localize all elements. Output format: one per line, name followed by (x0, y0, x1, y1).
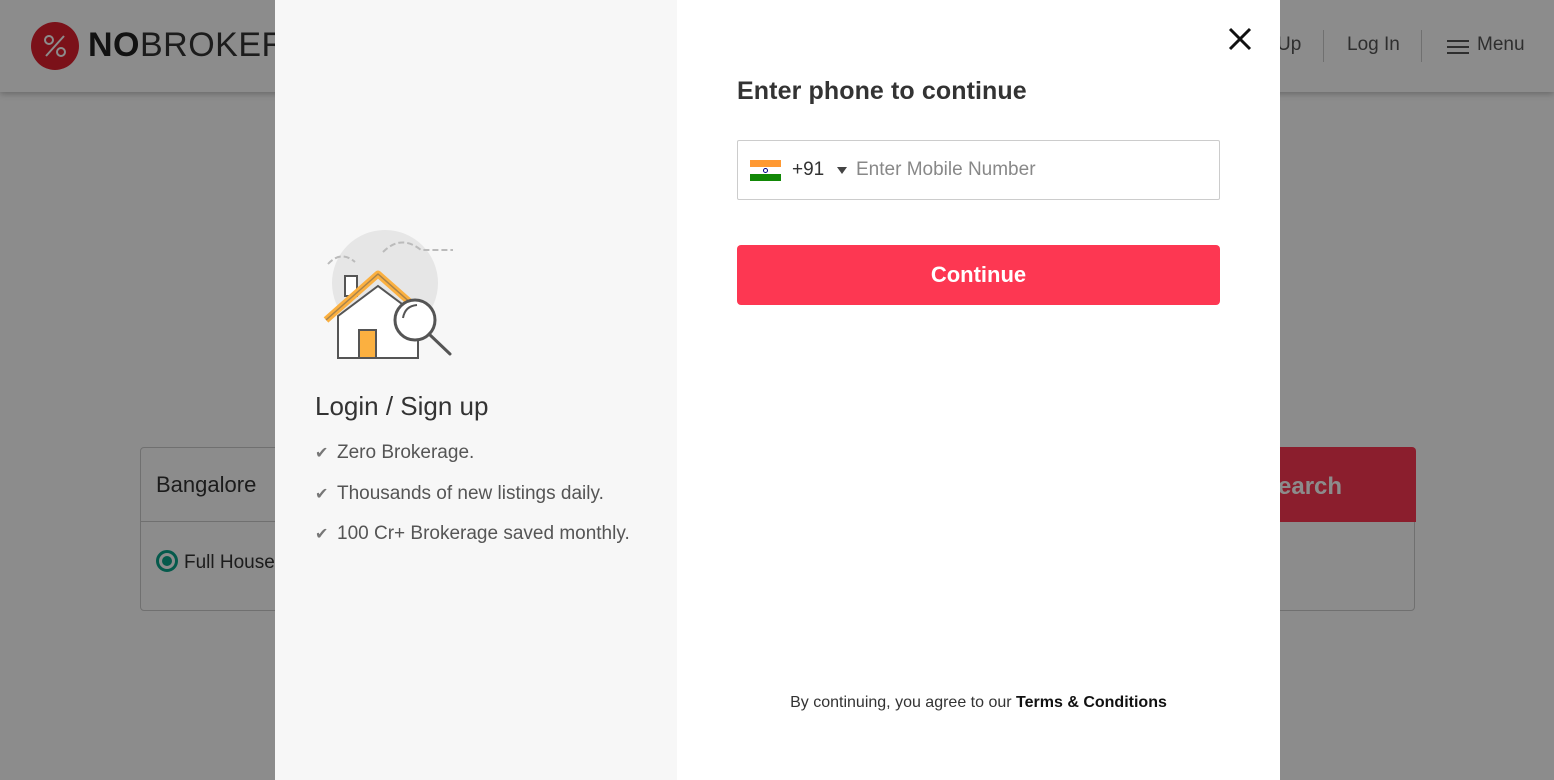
modal-info-panel: Login / Sign up ✔ Zero Brokerage. ✔ Thousa… (275, 0, 677, 780)
check-icon: ✔ (315, 445, 329, 462)
benefit-item: ✔ Zero Brokerage. (315, 442, 475, 463)
close-icon[interactable] (1223, 22, 1257, 56)
login-signup-title: Login / Sign up (315, 391, 489, 421)
terms-text: By continuing, you agree to our Terms & … (790, 694, 1167, 711)
login-modal: Login / Sign up ✔ Zero Brokerage. ✔ Thousa… (275, 0, 1280, 780)
house-search-illustration (323, 230, 453, 359)
check-icon: ✔ (315, 486, 329, 503)
country-code-select[interactable]: +91 (792, 159, 824, 181)
caret-down-icon[interactable] (837, 167, 847, 174)
phone-field: +91 (737, 140, 1220, 200)
mobile-number-input[interactable] (856, 149, 1211, 191)
continue-button[interactable]: Continue (737, 245, 1220, 305)
check-icon: ✔ (315, 526, 329, 543)
modal-form-panel: Enter phone to continue +91 Continue By … (677, 0, 1280, 780)
terms-link[interactable]: Terms & Conditions (1016, 694, 1167, 711)
phone-heading: Enter phone to continue (737, 77, 1027, 105)
india-flag-icon[interactable] (750, 160, 781, 181)
benefit-item: ✔ Thousands of new listings daily. (315, 483, 604, 504)
benefit-item: ✔ 100 Cr+ Brokerage saved monthly. (315, 523, 630, 544)
